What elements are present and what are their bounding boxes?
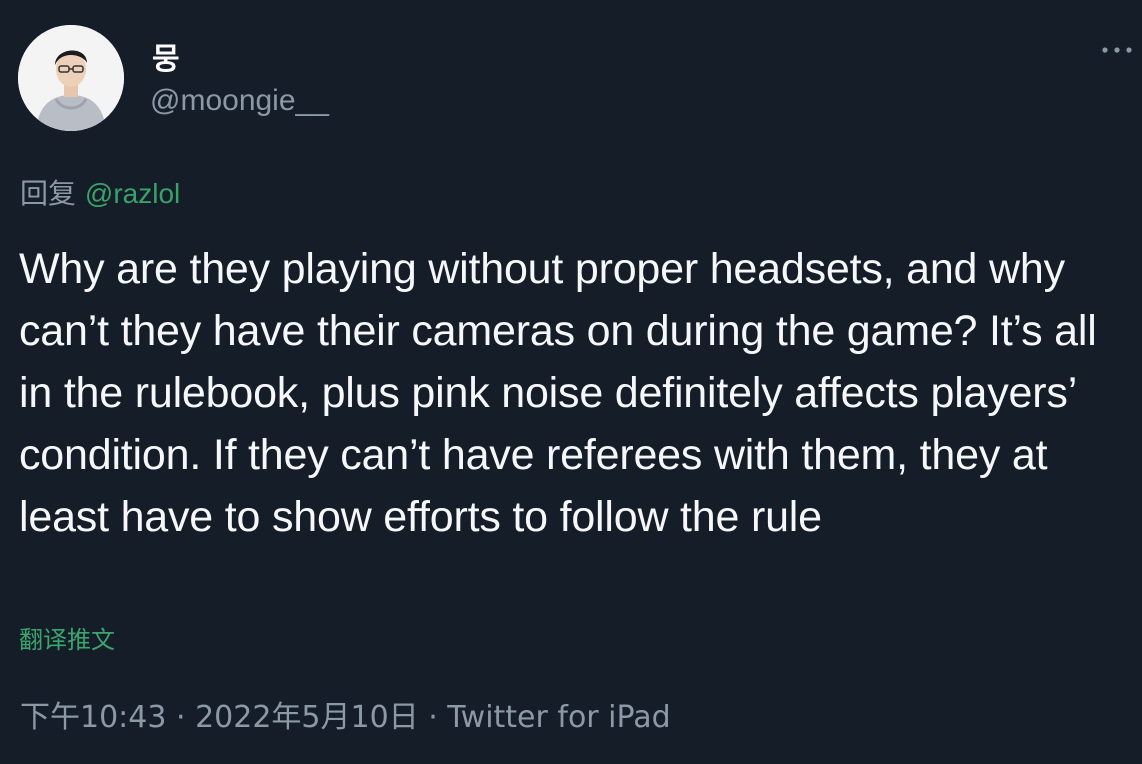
tweet-source[interactable]: Twitter for iPad	[447, 700, 670, 735]
tweet-time[interactable]: 下午10:43	[20, 700, 166, 735]
tweet-date[interactable]: 2022年5月10日	[195, 700, 419, 735]
tweet-metadata: 下午10:43 · 2022年5月10日 · Twitter for iPad	[20, 692, 671, 736]
translate-tweet-link[interactable]: 翻译推文	[19, 620, 115, 655]
reply-prefix: 回复	[20, 177, 77, 210]
separator: ·	[418, 700, 448, 735]
tweet-text: Why are they playing without proper head…	[19, 245, 1097, 541]
separator: ·	[166, 700, 196, 735]
author-display-name[interactable]: 뭉	[152, 34, 180, 78]
author-handle[interactable]: @moongie__	[150, 84, 329, 118]
tweet-card: 뭉 @moongie__ 回复 @razlol Why are they pla…	[0, 0, 1142, 764]
avatar[interactable]	[18, 25, 124, 131]
more-dots-icon[interactable]	[1100, 40, 1134, 60]
reply-context: 回复 @razlol	[20, 172, 180, 212]
reply-handle-link[interactable]: @razlol	[85, 178, 180, 209]
